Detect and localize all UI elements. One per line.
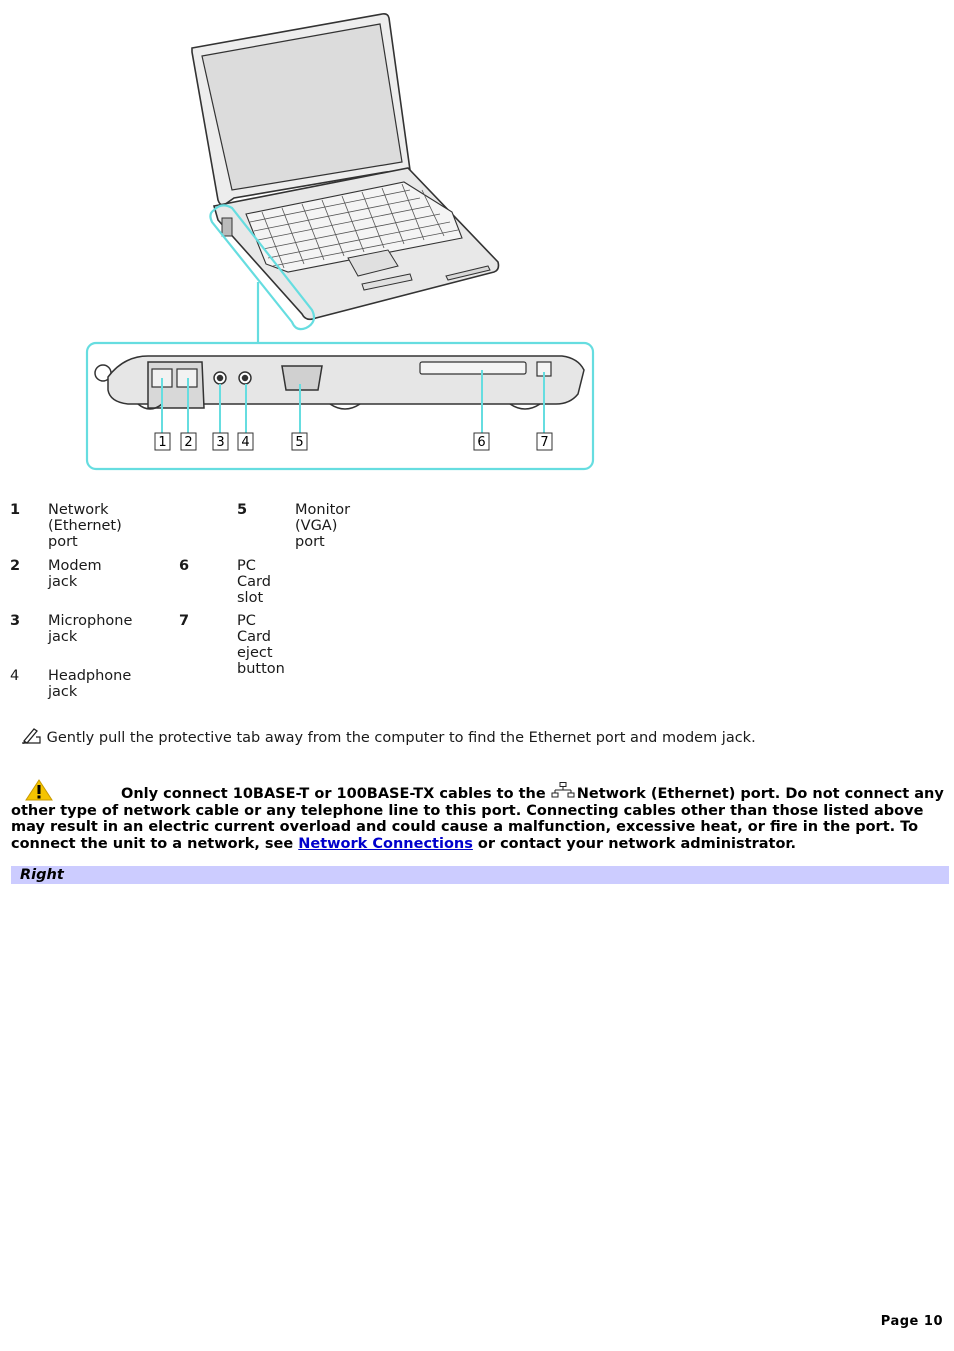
callout-5: 5 bbox=[291, 432, 308, 451]
network-port-icon bbox=[551, 782, 575, 798]
legend-num-6: 6 bbox=[179, 558, 190, 574]
legend-label-1: Network (Ethernet) port bbox=[48, 502, 122, 550]
callout-1-label: 1 bbox=[158, 435, 166, 450]
callout-3-label: 3 bbox=[216, 435, 224, 450]
callout-2-label: 2 bbox=[184, 435, 192, 450]
note: Gently pull the protective tab away from… bbox=[20, 727, 756, 746]
callout-6: 6 bbox=[473, 432, 490, 451]
warning-text-after: or contact your network administrator. bbox=[472, 835, 796, 852]
section-title: Right bbox=[20, 867, 64, 883]
legend-num-4: 4 bbox=[10, 668, 20, 684]
callout-4: 4 bbox=[237, 432, 254, 451]
legend-num-3: 3 bbox=[10, 613, 21, 629]
callout-1: 1 bbox=[154, 432, 171, 451]
callout-7: 7 bbox=[536, 432, 553, 451]
callout-6-label: 6 bbox=[477, 435, 485, 450]
callout-7-label: 7 bbox=[540, 435, 548, 450]
legend-label-6: PC Card slot bbox=[237, 558, 271, 606]
legend-label-4: Headphone jack bbox=[48, 668, 132, 700]
section-header-right: Right bbox=[11, 866, 949, 884]
note-pencil-icon bbox=[20, 727, 42, 745]
page-number: Page 10 bbox=[880, 1314, 943, 1329]
legend-num-5: 5 bbox=[237, 502, 248, 518]
network-connections-link[interactable]: Network Connections bbox=[298, 836, 473, 852]
warning-text-before: Only connect 10BASE-T or 100BASE-TX cabl… bbox=[121, 786, 551, 802]
warning-block: Only connect 10BASE-T or 100BASE-TX cabl… bbox=[11, 779, 947, 852]
callout-2: 2 bbox=[180, 432, 197, 451]
callout-5-label: 5 bbox=[295, 435, 303, 450]
callout-4-label: 4 bbox=[241, 435, 249, 450]
laptop-side-view bbox=[94, 355, 585, 410]
legend-label-7: PC Card eject button bbox=[237, 613, 285, 677]
note-text: Gently pull the protective tab away from… bbox=[46, 730, 756, 746]
legend-num-2: 2 bbox=[10, 558, 21, 574]
legend-label-2: Modem jack bbox=[48, 558, 102, 590]
warning-triangle-icon bbox=[25, 779, 53, 801]
laptop-illustration: 1 2 3 4 5 6 7 bbox=[0, 0, 954, 480]
legend-num-1: 1 bbox=[10, 502, 21, 518]
legend-label-5: Monitor (VGA) port bbox=[295, 502, 351, 550]
laptop-drawing bbox=[191, 13, 500, 321]
legend-label-3: Microphone jack bbox=[48, 613, 133, 645]
callout-3: 3 bbox=[212, 432, 229, 451]
legend-num-7: 7 bbox=[179, 613, 190, 629]
